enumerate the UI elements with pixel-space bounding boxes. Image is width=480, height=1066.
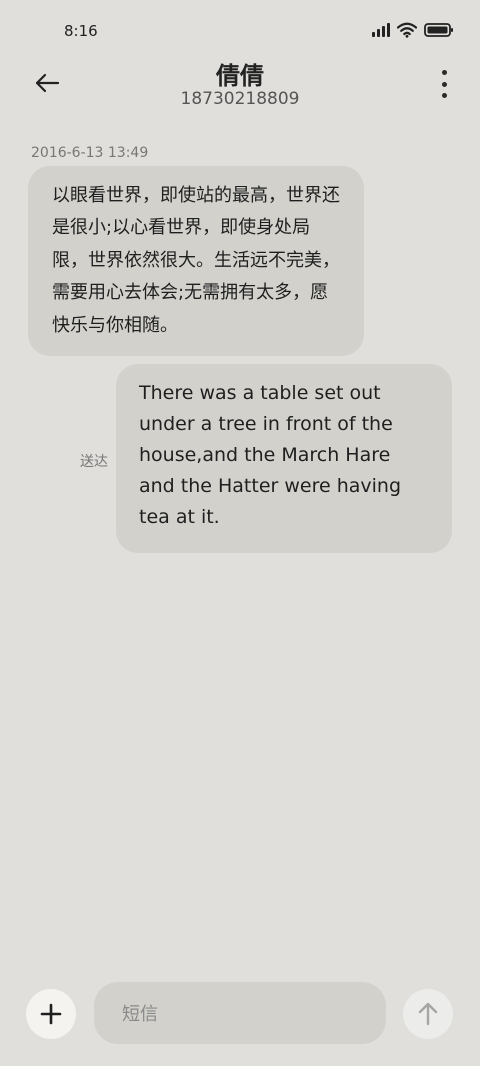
status-icons	[372, 22, 454, 38]
contact-phone-number: 18730218809	[180, 89, 300, 109]
plus-icon	[40, 1003, 62, 1025]
contact-name: 倩倩	[216, 62, 264, 90]
more-options-button[interactable]	[438, 70, 450, 98]
delivery-status: 送达	[80, 454, 108, 470]
more-vertical-icon	[441, 70, 447, 75]
add-attachment-button[interactable]	[26, 989, 76, 1039]
outgoing-message-bubble[interactable]: There was a table set out under a tree i…	[116, 364, 452, 553]
incoming-message-bubble[interactable]: 以眼看世界，即使站的最高，世界还是很小;以心看世界，即使身处局限，世界依然很大。…	[28, 166, 364, 356]
arrow-up-icon	[418, 1002, 438, 1026]
wifi-icon	[397, 22, 417, 38]
signal-icon	[372, 23, 390, 37]
battery-icon	[424, 23, 453, 37]
message-timestamp: 2016-6-13 13:49	[31, 145, 149, 161]
conversation-header: 倩倩 18730218809	[0, 52, 480, 116]
message-input[interactable]: 短信	[94, 982, 386, 1044]
send-button[interactable]	[403, 989, 453, 1039]
status-time: 8:16	[64, 22, 98, 40]
